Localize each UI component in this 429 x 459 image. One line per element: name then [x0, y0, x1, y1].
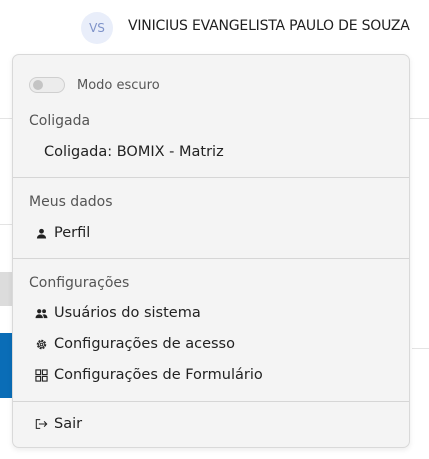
users-icon: [35, 307, 48, 320]
section-title-coligada: Coligada: [29, 113, 91, 129]
coligada-selector[interactable]: Coligada: BOMIX - Matriz: [44, 144, 224, 160]
user-icon: [35, 227, 48, 240]
avatar[interactable]: VS: [81, 12, 113, 44]
user-name[interactable]: VINICIUS EVANGELISTA PAULO DE SOUZA: [128, 18, 410, 34]
dark-mode-label: Modo escuro: [77, 77, 160, 93]
section-title-configuracoes: Configurações: [29, 275, 130, 291]
divider: [13, 401, 409, 402]
menu-item-label: Perfil: [54, 225, 91, 241]
form-grid-icon: [35, 368, 48, 382]
menu-item-label: Usuários do sistema: [54, 305, 201, 321]
menu-item-label: Configurações de acesso: [54, 336, 235, 352]
coligada-value: Coligada: BOMIX - Matriz: [44, 144, 224, 160]
toggle-knob: [33, 80, 43, 90]
logout-button[interactable]: Sair: [35, 416, 82, 432]
logout-label: Sair: [54, 416, 83, 432]
dark-mode-toggle[interactable]: [29, 77, 65, 93]
menu-item-perfil[interactable]: Perfil: [35, 225, 90, 241]
menu-item-usuarios[interactable]: Usuários do sistema: [35, 305, 201, 321]
divider: [13, 258, 409, 259]
logout-icon: [35, 418, 48, 431]
page-divider-right: [412, 348, 429, 349]
divider: [13, 177, 409, 178]
user-dropdown-menu: Modo escuro Coligada Coligada: BOMIX - M…: [12, 54, 410, 448]
menu-item-label: Configurações de Formulário: [54, 367, 263, 383]
section-title-meus-dados: Meus dados: [29, 194, 113, 210]
dark-mode-row: Modo escuro: [29, 77, 160, 93]
gear-icon: [35, 338, 48, 351]
menu-item-config-acesso[interactable]: Configurações de acesso: [35, 336, 235, 352]
menu-item-config-formulario[interactable]: Configurações de Formulário: [35, 367, 263, 383]
